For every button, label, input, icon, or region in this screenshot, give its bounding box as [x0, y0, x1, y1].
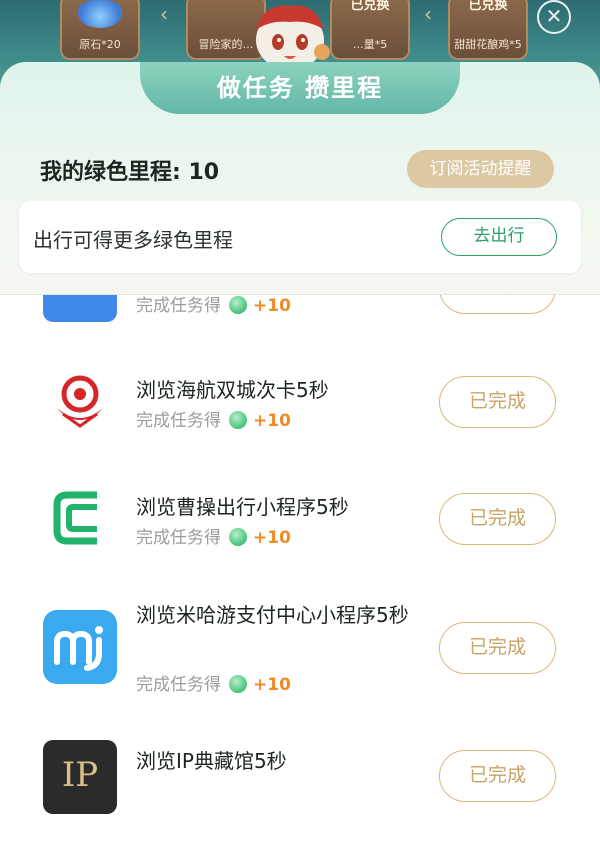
green-leaf-icon [229, 675, 247, 693]
reward-points: +10 [253, 296, 291, 316]
task-item: 浏览米哈游支付中心小程序5秒 完成任务得 +10 已完成 [0, 596, 600, 706]
hainan-airlines-icon [43, 364, 117, 438]
completed-button[interactable]: 已完成 [439, 376, 556, 428]
chevron-left-icon: ‹ [160, 2, 168, 26]
green-leaf-icon [229, 296, 247, 314]
svg-text:IP: IP [62, 755, 98, 795]
mileage-panel: 做任务 攒里程 我的绿色里程: 10 订阅活动提醒 出行可得更多绿色里程 去出行 [0, 62, 600, 295]
caocao-icon [43, 481, 117, 555]
reward-label: …量*5 [352, 38, 388, 51]
reward-label: 原石*20 [79, 38, 121, 51]
redeemed-badge: 已兑换 [350, 0, 390, 13]
mihoyo-icon [43, 610, 117, 684]
completed-button[interactable]: 已完成 [439, 622, 556, 674]
chevron-left-icon: ‹ [424, 2, 432, 26]
task-item: 浏览曹操出行小程序5秒 完成任务得 +10 已完成 [0, 477, 600, 587]
reward-card[interactable]: 已兑换 甜甜花酿鸡*5 [448, 0, 528, 60]
task-title: 浏览海航双城次卡5秒 [136, 378, 329, 402]
reward-text: 完成任务得 [136, 296, 221, 316]
ip-collection-icon: IP [43, 740, 117, 814]
primogem-icon [78, 0, 122, 28]
green-leaf-icon [229, 528, 247, 546]
reward-points: +10 [253, 675, 291, 695]
go-travel-button[interactable]: 去出行 [441, 218, 557, 256]
task-reward: 完成任务得 +10 [136, 406, 291, 431]
reward-card[interactable]: 原石*20 [60, 0, 140, 60]
reward-points: +10 [253, 411, 291, 431]
close-button[interactable]: ✕ [537, 0, 571, 34]
reward-text: 完成任务得 [136, 528, 221, 548]
reward-points: +10 [253, 528, 291, 548]
green-leaf-icon [229, 411, 247, 429]
task-reward: 完成任务得 +10 [136, 670, 291, 695]
task-item: 浏览海航双城次卡5秒 完成任务得 +10 已完成 [0, 360, 600, 470]
reward-label: 甜甜花酿鸡*5 [454, 38, 522, 51]
green-mileage-count: 我的绿色里程: 10 [40, 160, 220, 185]
task-reward: 完成任务得 +10 [136, 523, 291, 548]
reward-text: 完成任务得 [136, 675, 221, 695]
reward-card[interactable]: 已兑换 …量*5 [330, 0, 410, 60]
mascot-character-icon [256, 5, 330, 70]
subscribe-reminder-button[interactable]: 订阅活动提醒 [407, 150, 554, 188]
reward-text: 完成任务得 [136, 411, 221, 431]
completed-button[interactable]: 已完成 [439, 750, 556, 802]
panel-title: 做任务 攒里程 [140, 62, 460, 114]
task-title: 浏览曹操出行小程序5秒 [136, 495, 349, 519]
task-item: IP 浏览IP典藏馆5秒 已完成 [0, 738, 600, 848]
travel-prompt: 出行可得更多绿色里程 [33, 228, 233, 252]
travel-card: 出行可得更多绿色里程 去出行 [19, 201, 581, 273]
completed-button[interactable]: 已完成 [439, 493, 556, 545]
redeemed-badge: 已兑换 [468, 0, 508, 13]
task-title: 浏览米哈游支付中心小程序5秒 [136, 603, 409, 627]
